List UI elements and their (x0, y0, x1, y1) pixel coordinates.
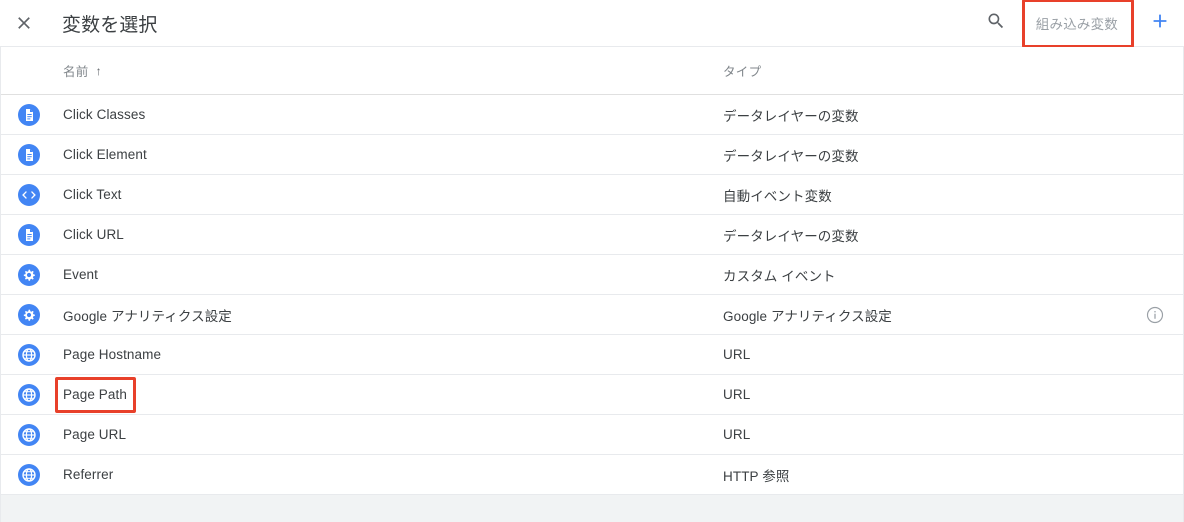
variable-type: データレイヤーの変数 (723, 148, 859, 164)
cell-type: URL (681, 427, 1183, 442)
table-row[interactable]: Event カスタム イベント (1, 255, 1183, 295)
cell-name[interactable]: Referrer (1, 467, 681, 482)
document-icon (17, 103, 41, 127)
variable-name: Google アナリティクス設定 (63, 308, 232, 324)
table-row[interactable]: Referrer HTTP 参照 (1, 455, 1183, 495)
globe-icon (17, 423, 41, 447)
document-icon (17, 223, 41, 247)
column-header-type[interactable]: タイプ (681, 61, 1183, 80)
builtin-variables-button[interactable]: 組み込み変数 (1024, 5, 1130, 41)
globe-icon (17, 343, 41, 367)
variable-type: URL (723, 347, 751, 362)
highlighted-name-wrapper: Page Path (55, 376, 136, 413)
variable-type: URL (723, 387, 751, 402)
cell-name[interactable]: Click Text (1, 187, 681, 202)
table-row[interactable]: Google アナリティクス設定 Google アナリティクス設定 (1, 295, 1183, 335)
variable-name: Page Hostname (63, 347, 162, 362)
variable-type: カスタム イベント (723, 268, 836, 284)
variable-type: Google アナリティクス設定 (723, 308, 892, 324)
column-header-name[interactable]: 名前 ↑ (1, 61, 681, 80)
table-footer (0, 495, 1184, 522)
cell-type: データレイヤーの変数 (681, 145, 1183, 165)
variable-name: Event (63, 267, 99, 282)
code-icon (17, 183, 41, 207)
table-header-row: 名前 ↑ タイプ (1, 47, 1183, 95)
cell-type: HTTP 参照 (681, 465, 1183, 485)
table-row[interactable]: Page URL URL (1, 415, 1183, 455)
close-button[interactable] (0, 0, 48, 47)
builtin-variables-wrapper: 組み込み変数 (1021, 0, 1134, 48)
column-header-type-label: タイプ (723, 65, 762, 79)
cell-type: カスタム イベント (681, 265, 1183, 285)
close-icon (14, 13, 34, 33)
table-body: Click Classes データレイヤーの変数 Click Element データレ… (1, 95, 1183, 495)
globe-icon (17, 383, 41, 407)
cell-name[interactable]: Click URL (1, 227, 681, 242)
cell-name[interactable]: Click Element (1, 147, 681, 162)
cell-name[interactable]: Event (1, 267, 681, 282)
variable-type: URL (723, 427, 751, 442)
cell-type: データレイヤーの変数 (681, 225, 1183, 245)
column-header-name-label: 名前 (63, 65, 89, 79)
cell-name[interactable]: Click Classes (1, 107, 681, 122)
variable-name: Click URL (63, 227, 124, 242)
cell-name[interactable]: Google アナリティクス設定 (1, 305, 681, 325)
cell-type: 自動イベント変数 (681, 185, 1183, 205)
plus-icon (1149, 10, 1171, 37)
variable-type: データレイヤーの変数 (723, 228, 859, 244)
sort-ascending-icon: ↑ (95, 63, 102, 78)
table-row[interactable]: Page Hostname URL (1, 335, 1183, 375)
cell-type: データレイヤーの変数 (681, 105, 1183, 125)
variable-type: データレイヤーの変数 (723, 108, 859, 124)
variable-type: HTTP 参照 (723, 468, 790, 484)
variable-name: Click Text (63, 187, 122, 202)
gear-icon (17, 263, 41, 287)
cell-name[interactable]: Page Path (1, 376, 681, 413)
variable-type: 自動イベント変数 (723, 188, 832, 204)
variable-name: Page Path (63, 386, 127, 402)
cell-type: Google アナリティクス設定 (681, 305, 1183, 325)
table-row[interactable]: Page Path URL (1, 375, 1183, 415)
info-icon[interactable] (1145, 305, 1165, 325)
table-row[interactable]: Click Classes データレイヤーの変数 (1, 95, 1183, 135)
table-row[interactable]: Click URL データレイヤーの変数 (1, 215, 1183, 255)
page-title: 変数を選択 (62, 14, 158, 36)
table-row[interactable]: Click Text 自動イベント変数 (1, 175, 1183, 215)
table-row[interactable]: Click Element データレイヤーの変数 (1, 135, 1183, 175)
dialog-header: 変数を選択 組み込み変数 (0, 0, 1184, 48)
gear-icon (17, 303, 41, 327)
variable-name: Referrer (63, 467, 114, 482)
cell-name[interactable]: Page URL (1, 427, 681, 442)
search-button[interactable] (976, 3, 1016, 43)
document-icon (17, 143, 41, 167)
cell-type: URL (681, 347, 1183, 362)
globe-icon (17, 463, 41, 487)
variables-table: 名前 ↑ タイプ Click Classes データレイヤーの変数 Click El… (0, 47, 1184, 495)
variable-name: Page URL (63, 427, 127, 442)
variable-name: Click Element (63, 147, 147, 162)
add-variable-button[interactable] (1136, 0, 1184, 47)
cell-type: URL (681, 387, 1183, 402)
cell-name[interactable]: Page Hostname (1, 347, 681, 362)
search-icon (986, 11, 1006, 36)
select-variable-dialog: 変数を選択 組み込み変数 名前 ↑ タイプ Click Classes データレ… (0, 0, 1184, 522)
variable-name: Click Classes (63, 107, 146, 122)
